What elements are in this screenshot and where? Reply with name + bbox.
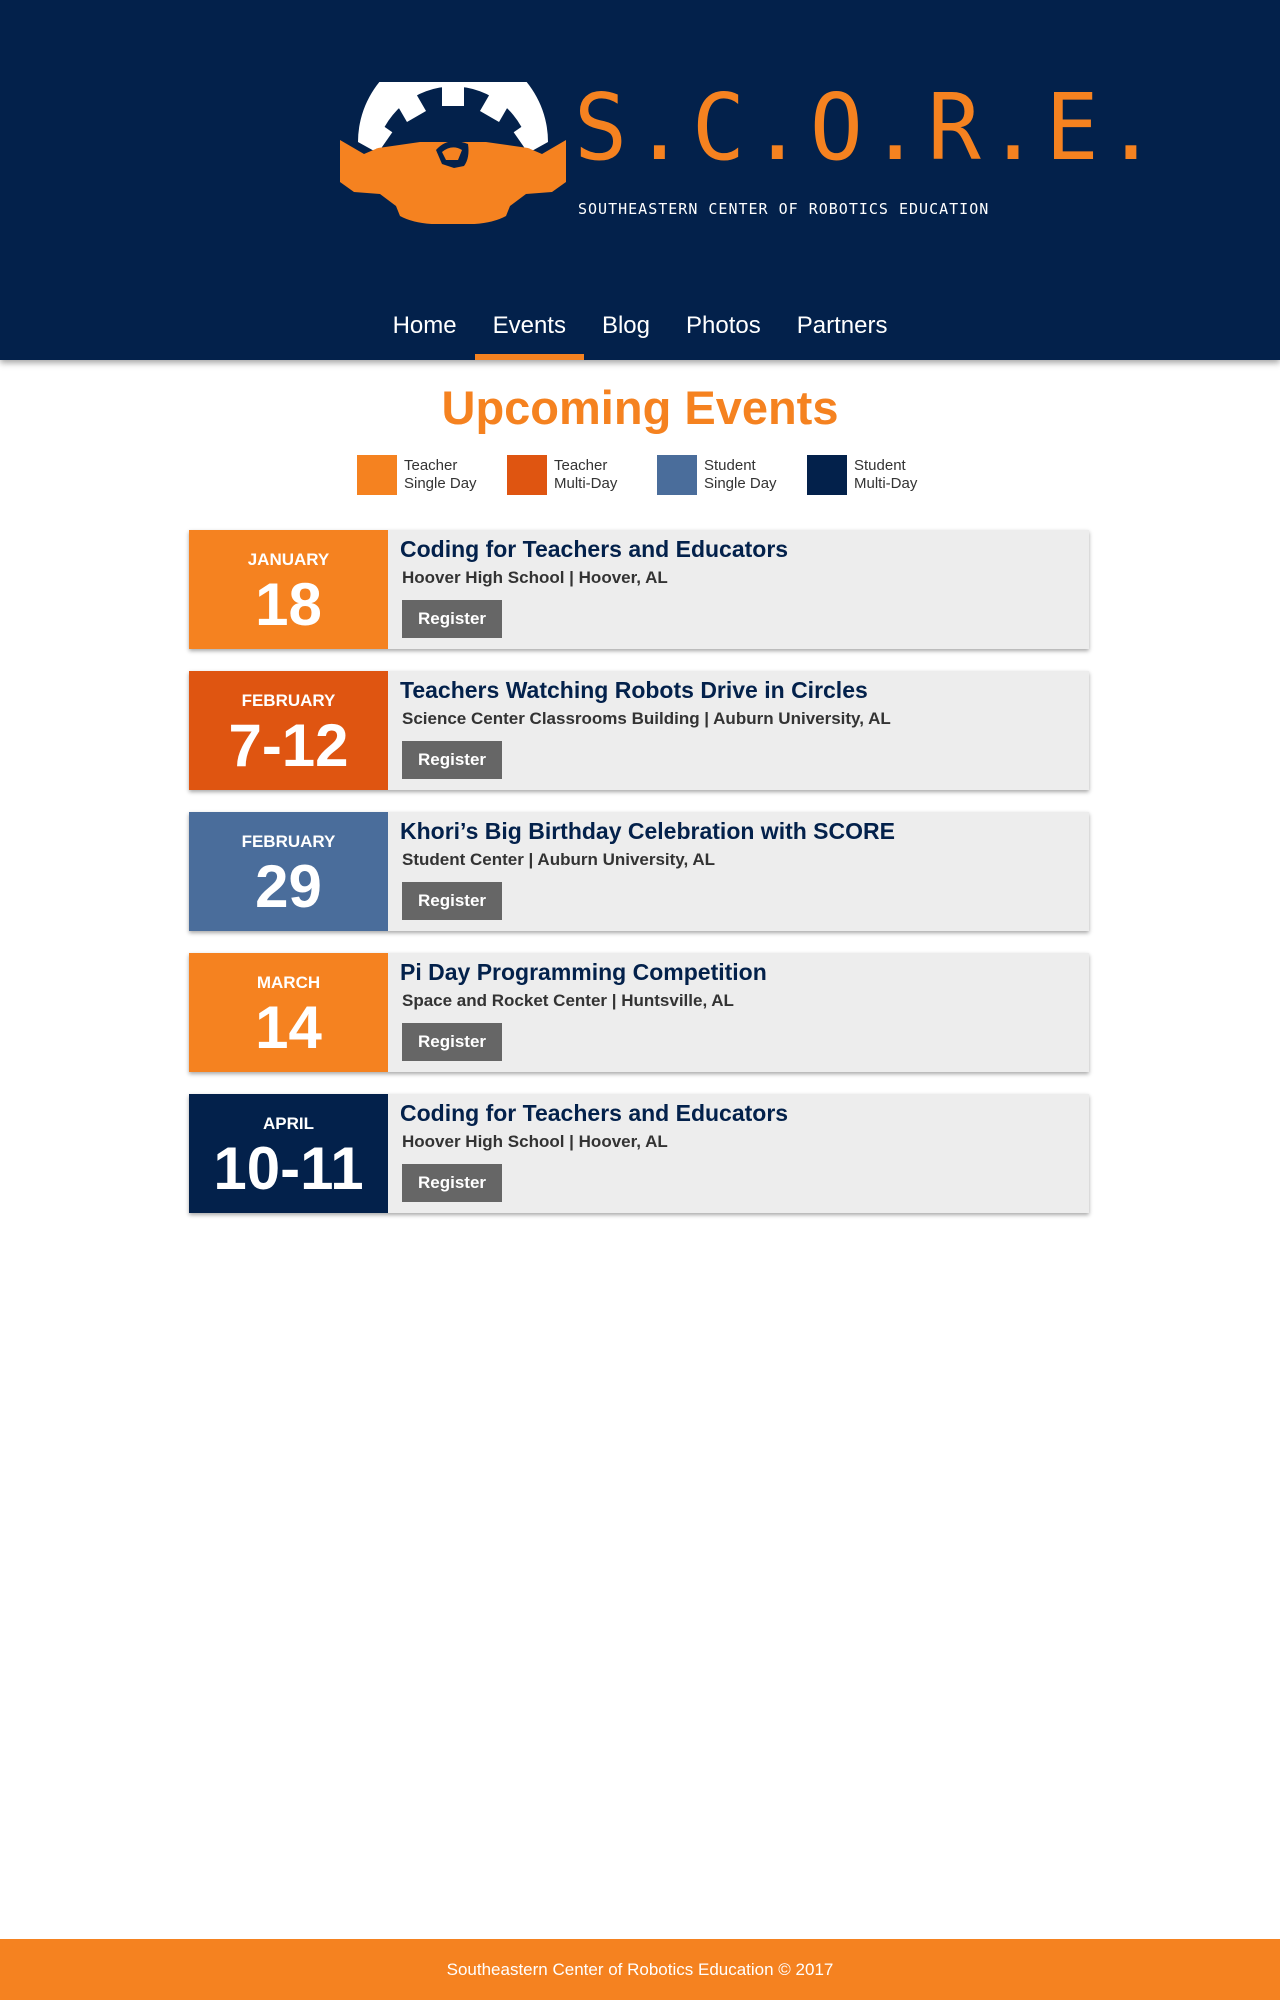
event-title: Pi Day Programming Competition (400, 959, 767, 985)
brand-subtitle: SOUTHEASTERN CENTER OF ROBOTICS EDUCATIO… (578, 200, 990, 218)
legend-item-teacher-single-day: Teacher Single Day (357, 455, 507, 497)
site-logo[interactable]: S.C.O.R.E. SOUTHEASTERN CENTER OF ROBOTI… (338, 78, 1158, 224)
event-month: MARCH (256, 973, 321, 992)
register-button[interactable]: Register (402, 882, 502, 920)
event-card: FEBRUARY 7-12 Teachers Watching Robots D… (189, 671, 1089, 790)
main-nav: Home Events Blog Photos Partners (0, 300, 1280, 360)
event-card: MARCH 14 Pi Day Programming Competition … (189, 953, 1089, 1072)
event-day: 18 (255, 571, 322, 638)
legend-swatch (807, 455, 847, 495)
event-title: Coding for Teachers and Educators (400, 536, 789, 562)
register-button[interactable]: Register (402, 1164, 502, 1202)
event-location: Hoover High School | Hoover, AL (402, 1132, 668, 1151)
legend-label: Student Multi-Day (854, 457, 918, 492)
event-date-box: MARCH 14 (189, 953, 388, 1072)
legend-item-student-multi-day: Student Multi-Day (807, 455, 957, 497)
event-location: Space and Rocket Center | Huntsville, AL (402, 991, 734, 1010)
event-day: 10-11 (213, 1135, 364, 1202)
nav-item-events[interactable]: Events (474, 300, 585, 360)
legend-label: Student Single Day (704, 457, 777, 492)
brand-title: S.C.O.R.E. (574, 74, 1164, 181)
event-date-box: APRIL 10-11 (189, 1094, 388, 1213)
event-title: Coding for Teachers and Educators (400, 1100, 789, 1126)
register-button[interactable]: Register (402, 741, 502, 779)
robot-gear-logo-icon (340, 82, 566, 224)
event-location: Science Center Classrooms Building | Aub… (402, 709, 891, 728)
legend-label: Teacher Multi-Day (554, 457, 618, 492)
event-card: APRIL 10-11 Coding for Teachers and Educ… (189, 1094, 1089, 1213)
event-date-box: JANUARY 18 (189, 530, 388, 649)
nav-item-home[interactable]: Home (375, 300, 475, 360)
nav-item-blog[interactable]: Blog (584, 300, 668, 360)
nav-item-photos[interactable]: Photos (668, 300, 779, 360)
footer-copyright: Southeastern Center of Robotics Educatio… (446, 1960, 834, 1979)
page-title: Upcoming Events (441, 381, 839, 434)
legend-swatch (657, 455, 697, 495)
nav-item-partners[interactable]: Partners (779, 300, 906, 360)
event-day: 14 (255, 994, 322, 1061)
register-button[interactable]: Register (402, 600, 502, 638)
event-title: Teachers Watching Robots Drive in Circle… (400, 677, 868, 703)
event-date-box: FEBRUARY 29 (189, 812, 388, 931)
event-card: FEBRUARY 29 Khori’s Big Birthday Celebra… (189, 812, 1089, 931)
legend-swatch (357, 455, 397, 495)
event-location: Student Center | Auburn University, AL (402, 850, 715, 869)
event-location: Hoover High School | Hoover, AL (402, 568, 668, 587)
event-month: JANUARY (247, 550, 330, 569)
legend-item-teacher-multi-day: Teacher Multi-Day (507, 455, 657, 497)
event-card: JANUARY 18 Coding for Teachers and Educa… (189, 530, 1089, 649)
event-day: 29 (255, 853, 322, 920)
event-title: Khori’s Big Birthday Celebration with SC… (400, 818, 895, 844)
event-month: FEBRUARY (241, 832, 336, 851)
event-day: 7-12 (228, 712, 349, 779)
legend-item-student-single-day: Student Single Day (657, 455, 807, 497)
site-header: S.C.O.R.E. SOUTHEASTERN CENTER OF ROBOTI… (0, 0, 1280, 360)
event-date-box: FEBRUARY 7-12 (189, 671, 388, 790)
site-footer: Southeastern Center of Robotics Educatio… (0, 1939, 1280, 2000)
event-month: APRIL (263, 1114, 314, 1133)
legend-swatch (507, 455, 547, 495)
event-month: FEBRUARY (241, 691, 336, 710)
register-button[interactable]: Register (402, 1023, 502, 1061)
legend-label: Teacher Single Day (404, 457, 477, 492)
